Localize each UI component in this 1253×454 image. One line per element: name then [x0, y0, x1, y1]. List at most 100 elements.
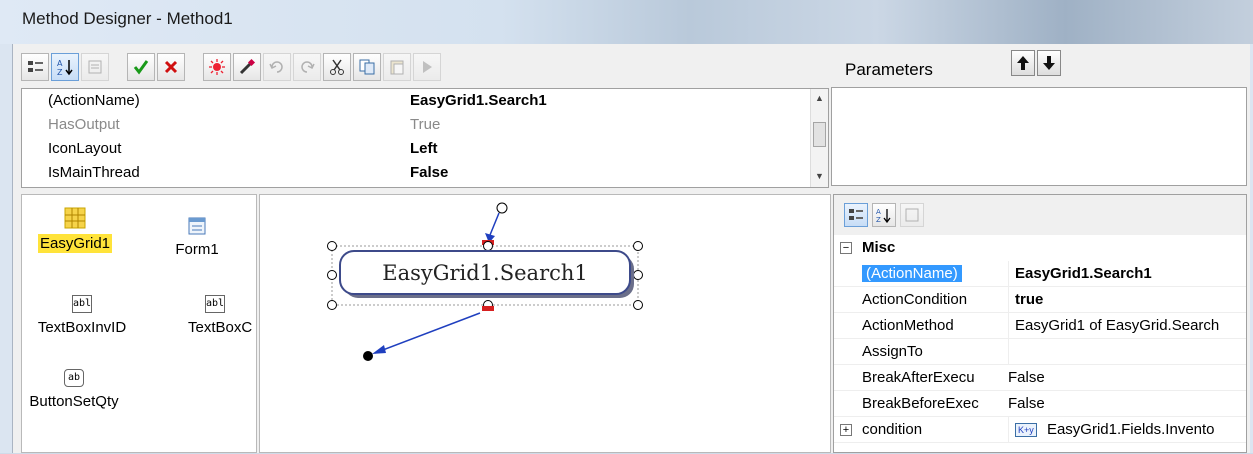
property-name: BreakBeforeExec — [862, 395, 979, 412]
design-canvas[interactable]: EasyGrid1.Search1 — [259, 194, 831, 453]
property-row[interactable]: AssignTo — [834, 339, 1246, 365]
property-name: HasOutput — [48, 116, 120, 133]
action-property-grid[interactable]: (ActionName) EasyGrid1.Search1 HasOutput… — [21, 88, 829, 188]
math-expression-icon: K+y — [1015, 423, 1037, 438]
property-row[interactable]: (ActionName) EasyGrid1.Search1 — [22, 89, 812, 113]
property-pages-icon[interactable] — [81, 53, 109, 81]
collapse-icon[interactable]: − — [840, 242, 852, 254]
inbound-link-line — [489, 212, 500, 236]
form-icon — [188, 217, 206, 235]
grid-icon — [64, 207, 86, 229]
parameters-label: Parameters — [845, 60, 933, 79]
property-row[interactable]: BreakBeforeExec False — [834, 391, 1246, 417]
scroll-thumb[interactable] — [813, 122, 826, 147]
property-name: IsMainThread — [48, 164, 140, 181]
property-row-condition[interactable]: + condition K+y EasyGrid1.Fields.Invento — [834, 417, 1246, 443]
move-down-icon[interactable] — [1037, 50, 1061, 76]
outbound-link-arrow — [372, 345, 386, 354]
designer-client-area: AZ (ActionName) EasyGrid1.Search1 HasOut… — [12, 44, 1250, 453]
debug-icon[interactable] — [203, 53, 231, 81]
cut-icon[interactable] — [323, 53, 351, 81]
outbound-link-line — [374, 312, 481, 354]
property-value[interactable]: False — [1008, 365, 1045, 391]
toolbox-item-form1[interactable]: Form1 — [152, 217, 242, 258]
property-grid-scrollbar[interactable]: ▲ ▼ — [810, 89, 828, 187]
outbound-connector — [482, 306, 494, 311]
svg-text:Z: Z — [876, 216, 881, 223]
toolbox-item-label: TextBoxInvID — [37, 319, 127, 336]
scroll-up-icon[interactable]: ▲ — [815, 93, 824, 103]
categorized-icon[interactable] — [21, 53, 49, 81]
textbox-icon: abl — [205, 295, 225, 313]
property-name: (ActionName) — [862, 265, 962, 282]
svg-text:A: A — [57, 59, 63, 68]
toolbox-item-label: Form1 — [175, 241, 219, 258]
component-toolbox: EasyGrid1 Form1 abl TextBoxInvID abl Tex… — [21, 194, 257, 453]
textbox-icon: abl — [72, 295, 92, 313]
alphabetical-icon[interactable]: AZ — [51, 53, 79, 81]
property-value[interactable]: False — [410, 161, 448, 185]
property-name: BreakAfterExecu — [862, 369, 975, 386]
method-designer-window: Method Designer - Method1 AZ (ActionName… — [0, 0, 1253, 453]
svg-text:A: A — [876, 208, 881, 216]
parameters-list[interactable] — [831, 87, 1247, 186]
property-value[interactable]: False — [1008, 391, 1045, 417]
property-name: condition — [862, 421, 923, 438]
property-pages-icon[interactable] — [900, 203, 924, 227]
outbound-link-end[interactable] — [363, 351, 373, 361]
property-value: True — [410, 116, 441, 133]
parameter-order-buttons — [1011, 50, 1061, 76]
inbound-link-start[interactable] — [496, 202, 508, 214]
paste-icon[interactable] — [383, 53, 411, 81]
window-title: Method Designer - Method1 — [22, 9, 233, 28]
button-icon: ab — [64, 369, 84, 387]
property-name: IconLayout — [48, 140, 122, 157]
property-value-container[interactable]: K+y EasyGrid1.Fields.Invento — [1008, 417, 1215, 443]
object-property-grid: AZ − Misc (ActionName) EasyGrid1.Search1… — [833, 194, 1247, 453]
property-value[interactable] — [1008, 339, 1015, 365]
toolbox-item-buttonsetqty[interactable]: ab ButtonSetQty — [22, 369, 126, 410]
property-name: ActionCondition — [862, 291, 968, 308]
action-node-label: EasyGrid1.Search1 — [382, 261, 588, 285]
run-icon[interactable] — [413, 53, 441, 81]
title-bar[interactable]: Method Designer - Method1 — [0, 0, 1253, 44]
property-row[interactable]: ActionMethod EasyGrid1 of EasyGrid.Searc… — [834, 313, 1246, 339]
toolbox-item-label: ButtonSetQty — [29, 393, 119, 410]
redo-icon[interactable] — [293, 53, 321, 81]
property-row[interactable]: ActionCondition true — [834, 287, 1246, 313]
copy-icon[interactable] — [353, 53, 381, 81]
property-value[interactable]: EasyGrid1.Search1 — [410, 89, 547, 113]
property-name: (ActionName) — [48, 92, 140, 109]
property-value[interactable]: Left — [410, 137, 438, 161]
property-value: EasyGrid1.Fields.Invento — [1046, 421, 1215, 438]
property-row[interactable]: HasOutput True — [22, 113, 812, 137]
main-toolbar: AZ — [21, 50, 441, 84]
property-name: AssignTo — [862, 343, 923, 360]
toolbox-item-label: EasyGrid1 — [37, 234, 113, 253]
accept-icon[interactable] — [127, 53, 155, 81]
category-label: Misc — [862, 239, 896, 256]
property-value[interactable]: EasyGrid1 of EasyGrid.Search — [1008, 313, 1219, 339]
svg-text:Z: Z — [57, 68, 63, 76]
category-row-misc[interactable]: − Misc — [834, 235, 1246, 261]
toolbox-item-easygrid1[interactable]: EasyGrid1 — [30, 207, 120, 253]
property-value[interactable]: true — [1008, 287, 1043, 313]
property-value[interactable]: EasyGrid1.Search1 — [1008, 261, 1152, 287]
alphabetical-icon[interactable]: AZ — [872, 203, 896, 227]
property-row[interactable]: BreakAfterExecu False — [834, 365, 1246, 391]
property-row[interactable]: IsMainThread False — [22, 161, 812, 185]
move-up-icon[interactable] — [1011, 50, 1035, 76]
cancel-icon[interactable] — [157, 53, 185, 81]
expand-icon[interactable]: + — [840, 424, 852, 436]
wand-icon[interactable] — [233, 53, 261, 81]
toolbox-item-textboxc[interactable]: abl TextBoxC — [172, 295, 258, 336]
property-row[interactable]: IconLayout Left — [22, 137, 812, 161]
undo-icon[interactable] — [263, 53, 291, 81]
toolbox-item-textboxinvid[interactable]: abl TextBoxInvID — [22, 295, 142, 336]
scroll-down-icon[interactable]: ▼ — [815, 171, 824, 181]
property-row[interactable]: (ActionName) EasyGrid1.Search1 — [834, 261, 1246, 287]
toolbox-item-label: TextBoxC — [188, 319, 253, 336]
property-grid-toolbar: AZ — [834, 195, 1246, 235]
categorized-icon[interactable] — [844, 203, 868, 227]
property-name: ActionMethod — [862, 317, 954, 334]
